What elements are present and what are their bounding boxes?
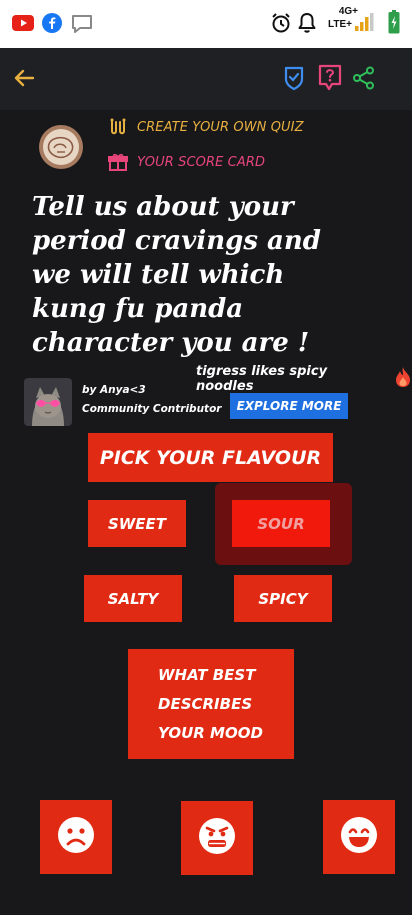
author-role: Community Contributor xyxy=(82,403,222,415)
create-quiz-label: CREATE YOUR OWN QUIZ xyxy=(137,119,304,135)
mood-label-line-2: DESCRIBES xyxy=(158,694,253,713)
quiz-title: Tell us about your period cravings and w… xyxy=(32,192,321,358)
network-type-top: 4G+ xyxy=(338,6,358,17)
happy-face-icon xyxy=(340,816,378,858)
hint-text: tigress likes spicy noodles xyxy=(196,364,328,394)
option-spicy-button[interactable]: SPICY xyxy=(234,575,332,622)
help-icon[interactable] xyxy=(318,64,342,96)
mood-sad-button[interactable] xyxy=(40,800,112,874)
mood-angry-button[interactable] xyxy=(181,801,253,875)
network-type-bottom: LTE+ xyxy=(328,19,352,30)
message-icon xyxy=(71,14,93,38)
author-avatar[interactable] xyxy=(24,378,72,426)
question-mood-label: WHAT BEST DESCRIBES YOUR MOOD xyxy=(128,649,294,759)
facebook-icon xyxy=(42,13,62,37)
angry-face-icon xyxy=(198,817,236,859)
mood-happy-button[interactable] xyxy=(323,800,395,874)
create-quiz-link[interactable]: CREATE YOUR OWN QUIZ xyxy=(108,116,304,138)
option-salty-button[interactable]: SALTY xyxy=(84,575,182,622)
option-sour-button[interactable]: SOUR xyxy=(232,500,330,547)
author-name: by Anya<3 xyxy=(82,384,146,396)
shield-check-icon[interactable] xyxy=(283,65,305,95)
option-sweet-button[interactable]: SWEET xyxy=(88,500,186,547)
gift-icon xyxy=(108,152,128,172)
arrow-left-icon[interactable] xyxy=(13,68,35,92)
status-bar: 4G+ LTE+ xyxy=(0,0,412,48)
share-icon[interactable] xyxy=(352,66,376,94)
quiz-hint: tigress likes spicy noodles xyxy=(196,364,412,394)
app-bar xyxy=(0,48,412,110)
battery-icon xyxy=(388,10,400,38)
alarm-icon xyxy=(270,12,292,38)
mood-label-line-1: WHAT BEST xyxy=(158,665,256,684)
score-card-label: YOUR SCORE CARD xyxy=(137,154,266,170)
explore-more-button[interactable]: EXPLORE MORE xyxy=(230,393,348,419)
signal-icon xyxy=(354,12,376,36)
score-card-link[interactable]: YOUR SCORE CARD xyxy=(108,151,265,173)
youtube-icon xyxy=(12,15,34,35)
sad-face-icon xyxy=(57,816,95,858)
mood-label-line-3: YOUR MOOD xyxy=(158,723,263,742)
bell-icon xyxy=(297,12,317,38)
create-quiz-icon xyxy=(108,117,128,137)
fire-icon xyxy=(394,366,412,392)
quiz-logo xyxy=(38,124,84,174)
question-flavour-label: PICK YOUR FLAVOUR xyxy=(88,433,333,482)
